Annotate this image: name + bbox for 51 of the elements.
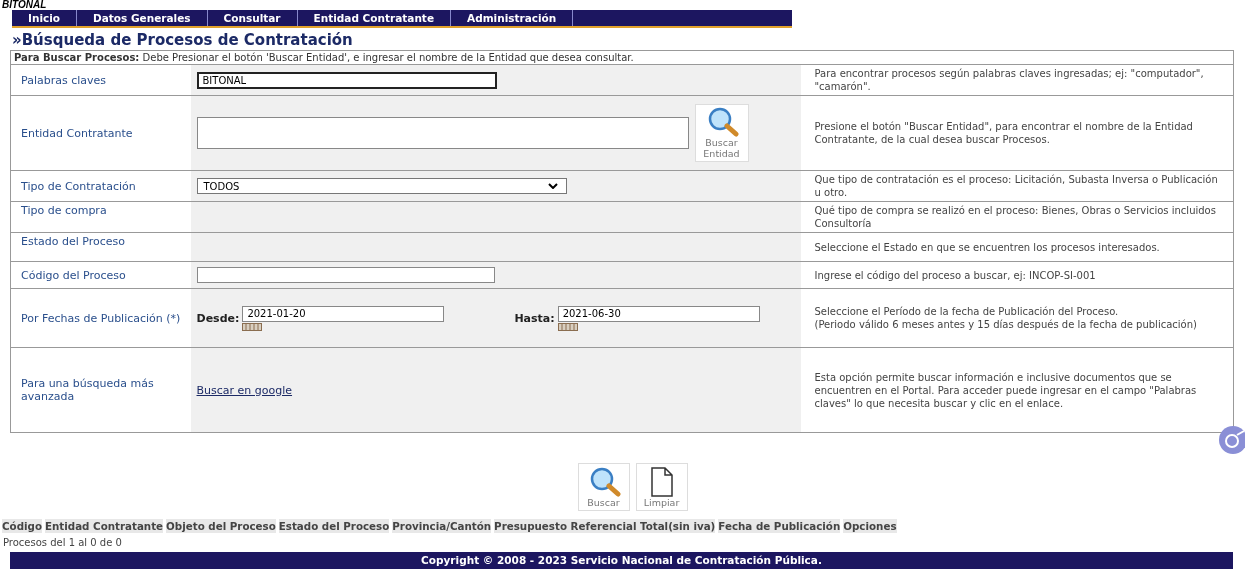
search-button[interactable]: Buscar bbox=[577, 463, 630, 511]
date-label: Hasta: bbox=[514, 311, 555, 325]
date-field[interactable]: 2021-06-30 bbox=[557, 305, 760, 322]
column-header: Fecha de Publicación bbox=[718, 519, 841, 533]
field-label: Tipo de compra bbox=[21, 204, 107, 217]
nav-link[interactable]: Consultar bbox=[207, 10, 298, 26]
google-search-link[interactable]: Buscar en google bbox=[196, 383, 293, 397]
process-code-field[interactable] bbox=[196, 267, 495, 283]
field-label: Palabras claves bbox=[21, 73, 106, 87]
help-text: Seleccione el Estado en que se encuentren los procesos interesados. bbox=[814, 240, 1161, 254]
column-header: Provincia/Cantón bbox=[392, 519, 492, 533]
field-label: Tipo de Contratación bbox=[21, 179, 136, 193]
help-text: Ingrese el código del proceso a buscar, ej: INCOP-SI-001 bbox=[814, 268, 1097, 282]
field-label: Estado del Proceso bbox=[21, 235, 125, 248]
help-text: Qué tipo de compra se realizó en el proceso: Bienes, Obras o Servicios incluidos Consultoría bbox=[814, 204, 1217, 230]
clear-button[interactable]: Limpiar bbox=[635, 463, 688, 511]
document-icon bbox=[649, 467, 674, 497]
nav-link[interactable]: Entidad Contratante bbox=[297, 10, 451, 26]
column-header: Opciones bbox=[843, 519, 897, 533]
field-label: Por Fechas de Publicación (*) bbox=[21, 311, 181, 325]
copyright-text: Copyright © 2008 - 2023 Servicio Nacional de Contratación Pública. bbox=[421, 554, 822, 566]
keywords-field[interactable]: BITONAL bbox=[196, 71, 497, 89]
help-note: (Periodo válido 6 meses antes y 15 días después de la fecha de publicación) bbox=[814, 318, 1198, 331]
search-entity-button[interactable]: Buscar Entidad bbox=[694, 104, 749, 162]
field-label: Para una búsqueda más avanzada bbox=[21, 377, 154, 403]
column-header: Presupuesto Referencial Total(sin iva) bbox=[494, 519, 716, 533]
page-heading: BITONAL bbox=[1, 0, 48, 10]
nav-link[interactable]: Datos Generales bbox=[77, 10, 208, 26]
nav-link[interactable]: Administración bbox=[451, 10, 574, 26]
column-header: Estado del Proceso bbox=[278, 519, 390, 533]
instructions: Para Buscar Procesos: Debe Presionar el botón 'Buscar Entidad', e ingresar el nombre de la Entidad que desea consultar. bbox=[14, 52, 634, 63]
calendar-icon[interactable] bbox=[242, 322, 263, 331]
results-count: Procesos del 1 al 0 de 0 bbox=[3, 537, 123, 548]
field-label: Entidad Contratante bbox=[21, 126, 133, 140]
help-text: Que tipo de contratación es el proceso: Licitación, Subasta Inversa o Publicación u otro. bbox=[814, 173, 1219, 199]
column-header: Entidad Contratante bbox=[45, 519, 164, 533]
date-label: Desde: bbox=[196, 311, 240, 325]
chevron-down-icon bbox=[547, 183, 558, 189]
column-header: Objeto del Proceso bbox=[166, 519, 276, 533]
entity-field[interactable] bbox=[196, 117, 689, 149]
help-text: Presione el botón "Buscar Entidad", para encontrar el nombre de la Entidad Contratante, de la cual desea buscar Procesos. bbox=[814, 120, 1194, 146]
help-text: Seleccione el Período de la fecha de Publicación del Proceso. bbox=[814, 305, 1120, 318]
date-field[interactable]: 2021-01-20 bbox=[242, 305, 445, 322]
nav-link[interactable]: Inicio bbox=[12, 10, 78, 26]
help-text: Esta opción permite buscar información e inclusive documentos que se encuentren en el Portal. Para acceder puede ingresar en el campo "Palabras claves" lo que necesita buscar y clic en el enlace. bbox=[814, 370, 1198, 410]
help-text: Para encontrar procesos según palabras claves ingresadas; ej: "computador", "camarón". bbox=[814, 67, 1205, 93]
contract-type-select[interactable]: TODOS bbox=[196, 178, 567, 194]
column-header: Código bbox=[2, 519, 42, 533]
calendar-icon[interactable] bbox=[557, 322, 578, 331]
field-label: Código del Proceso bbox=[21, 268, 126, 282]
page-title: »Búsqueda de Procesos de Contratación bbox=[12, 31, 354, 49]
